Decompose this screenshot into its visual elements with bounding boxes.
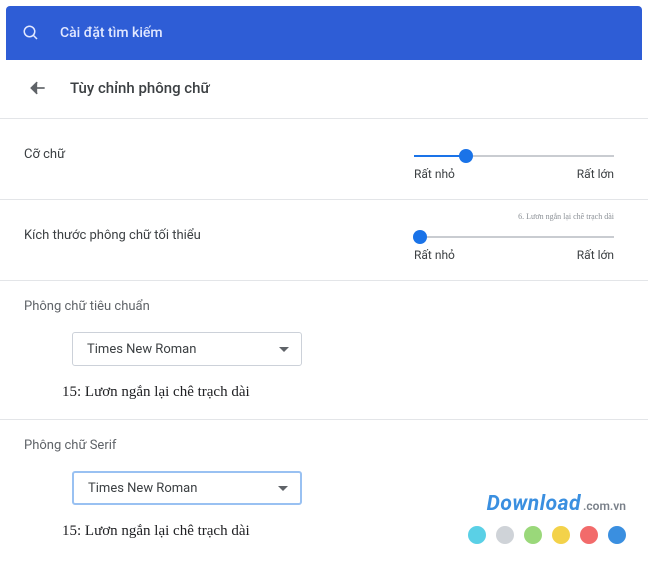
search-bar[interactable]: Cài đặt tìm kiếm bbox=[6, 6, 642, 60]
watermark-dot bbox=[496, 526, 514, 544]
slider-max-label: Rất lớn bbox=[577, 248, 614, 262]
font-size-slider[interactable] bbox=[414, 155, 614, 157]
watermark-dot bbox=[524, 526, 542, 544]
search-label: Cài đặt tìm kiếm bbox=[60, 25, 163, 41]
min-font-size-label: Kích thước phông chữ tối thiểu bbox=[24, 228, 201, 243]
watermark-dot bbox=[468, 526, 486, 544]
serif-font-select[interactable]: Times New Roman bbox=[72, 471, 302, 505]
standard-font-select[interactable]: Times New Roman bbox=[72, 332, 302, 366]
standard-font-value: Times New Roman bbox=[87, 342, 196, 357]
standard-font-heading: Phông chữ tiêu chuẩn bbox=[24, 299, 624, 314]
slider-min-label: Rất nhỏ bbox=[414, 167, 455, 181]
slider-thumb[interactable] bbox=[459, 149, 473, 163]
standard-font-panel: Phông chữ tiêu chuẩn Times New Roman 15:… bbox=[0, 280, 648, 419]
serif-font-value: Times New Roman bbox=[88, 481, 197, 496]
serif-font-heading: Phông chữ Serif bbox=[24, 438, 624, 453]
standard-font-preview: 15: Lươn ngắn lại chê trạch dài bbox=[62, 384, 624, 401]
min-font-size-slider[interactable] bbox=[414, 236, 614, 238]
font-size-panel: Cỡ chữ Rất nhỏ Rất lớn bbox=[0, 118, 648, 199]
slider-thumb[interactable] bbox=[413, 230, 427, 244]
watermark-logo: Download.com.vn bbox=[487, 492, 626, 516]
watermark-brand: Download bbox=[487, 492, 581, 516]
slider-max-label: Rất lớn bbox=[577, 167, 614, 181]
back-arrow-icon[interactable] bbox=[28, 78, 48, 98]
chevron-down-icon bbox=[278, 486, 288, 491]
watermark-domain: .com.vn bbox=[583, 499, 626, 513]
watermark-dots bbox=[468, 526, 626, 544]
watermark-dot bbox=[580, 526, 598, 544]
font-size-label: Cỡ chữ bbox=[24, 147, 65, 162]
search-icon bbox=[22, 24, 40, 42]
min-font-size-panel: Kích thước phông chữ tối thiểu 6. Lươn n… bbox=[0, 199, 648, 280]
min-font-size-caption: 6. Lươn ngắn lại chê trạch dài bbox=[518, 212, 614, 221]
page-header: Tùy chỉnh phông chữ bbox=[0, 60, 648, 118]
watermark-dot bbox=[552, 526, 570, 544]
watermark-dot bbox=[608, 526, 626, 544]
chevron-down-icon bbox=[279, 347, 289, 352]
page-title: Tùy chỉnh phông chữ bbox=[70, 79, 210, 97]
slider-min-label: Rất nhỏ bbox=[414, 248, 455, 262]
